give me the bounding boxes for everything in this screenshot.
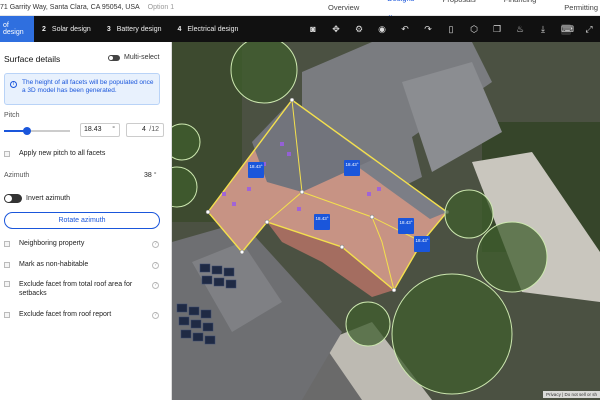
step-roof-design[interactable]: of design: [0, 16, 34, 42]
pitch-ratio-unit: /12: [149, 126, 159, 133]
step-electrical-design[interactable]: 4 Electrical design: [169, 16, 246, 42]
invert-azimuth-row[interactable]: Invert azimuth: [4, 194, 70, 203]
facet-pitch-label: 18.43°: [315, 216, 329, 221]
help-icon[interactable]: ?: [152, 282, 159, 289]
step-number: 3: [106, 25, 111, 33]
help-icon[interactable]: ?: [152, 262, 159, 269]
help-icon[interactable]: ?: [152, 312, 159, 319]
facet-pitch-label: 18.43°: [415, 238, 429, 243]
apply-pitch-checkbox-row[interactable]: Apply new pitch to all facets: [4, 150, 105, 157]
facet-pitch-tag[interactable]: 18.43°: [344, 160, 360, 176]
step-label: Battery design: [116, 25, 162, 33]
facet-pitch-tag[interactable]: 18.43°: [414, 236, 430, 252]
facet-pitch-label: 18.43°: [345, 162, 359, 167]
toolbar: ◙ ✥ ⚙ ◉ ↶ ↷ ▯ ⬡ ❐ ♨ ⤓ ⌨ ⤢: [308, 16, 594, 42]
delete-icon[interactable]: ▯: [446, 24, 456, 35]
pitch-value: 18.43: [84, 126, 102, 133]
invert-azimuth-label: Invert azimuth: [26, 195, 70, 202]
info-icon: i: [10, 81, 17, 88]
slider-knob[interactable]: [23, 127, 32, 135]
azimuth-unit: °: [153, 172, 157, 179]
invert-azimuth-toggle[interactable]: [4, 194, 22, 203]
multi-select-label: Multi-select: [124, 54, 160, 61]
panel-title: Surface details: [4, 54, 61, 64]
step-number: 4: [177, 25, 182, 33]
main-nav: Overview Designs ⌄ Proposals ⌄ Financing…: [314, 0, 600, 25]
neighboring-property-row[interactable]: Neighboring property: [4, 240, 84, 247]
azimuth-value: 38: [144, 172, 152, 179]
expand-icon[interactable]: ⤢: [584, 24, 594, 35]
non-habitable-row[interactable]: Mark as non-habitable: [4, 261, 88, 268]
surface-details-panel: Surface details Multi-select i The heigh…: [0, 42, 172, 400]
design-steps-bar: of design 2 Solar design 3 Battery design …: [0, 16, 600, 42]
redo-icon[interactable]: ↷: [423, 24, 433, 35]
facet-pitch-tag[interactable]: 18.43°: [314, 214, 330, 230]
map-canvas[interactable]: [172, 42, 600, 400]
keyboard-icon[interactable]: ⌨: [561, 23, 574, 35]
multi-select-toggle[interactable]: Multi-select: [108, 54, 159, 61]
settings-icon[interactable]: ⚙: [354, 24, 364, 35]
checkbox[interactable]: [4, 150, 10, 157]
checkbox[interactable]: [4, 240, 10, 247]
exclude-setbacks-row[interactable]: Exclude facet from total roof area for s…: [4, 280, 144, 298]
pitch-label: Pitch: [4, 112, 20, 119]
pitch-ratio-value: 4: [142, 126, 146, 133]
pitch-ratio-input[interactable]: 4/12: [126, 123, 164, 137]
top-bar: 71 Garrity Way, Santa Clara, CA 95054, U…: [0, 0, 600, 25]
step-label: of design: [3, 22, 24, 36]
help-icon[interactable]: ?: [152, 241, 159, 248]
pitch-degrees-input[interactable]: 18.43 °: [80, 123, 120, 137]
step-label: Solar design: [51, 25, 91, 33]
azimuth-label: Azimuth: [4, 172, 30, 179]
option-label[interactable]: Option 1: [148, 4, 174, 11]
nav-overview[interactable]: Overview: [314, 0, 373, 16]
azimuth-input[interactable]: 38 °: [144, 172, 157, 179]
checkbox[interactable]: [4, 261, 10, 268]
step-number: 2: [42, 25, 46, 33]
eye-icon[interactable]: ◉: [377, 24, 387, 35]
aerial-map[interactable]: 18.43° 18.43° 18.43° 18.43° 18.43° Priva…: [172, 42, 600, 400]
option-label: Neighboring property: [19, 240, 85, 247]
option-label: Exclude facet from total roof area for s…: [19, 281, 133, 297]
download-icon[interactable]: ⤓: [538, 24, 548, 35]
copy-icon[interactable]: ❐: [492, 24, 502, 35]
undo-icon[interactable]: ↶: [400, 24, 410, 35]
info-text: The height of all facets will be populat…: [22, 79, 154, 94]
info-banner: i The height of all facets will be popul…: [4, 73, 160, 105]
camera-icon[interactable]: ◙: [308, 24, 318, 34]
pitch-unit: °: [112, 126, 115, 133]
facet-pitch-tag[interactable]: 18.43°: [398, 218, 414, 234]
move-icon[interactable]: ✥: [331, 24, 341, 35]
project-address: 71 Garrity Way, Santa Clara, CA 95054, U…: [0, 4, 140, 11]
option-label: Exclude facet from roof report: [19, 311, 112, 318]
privacy-link[interactable]: Privacy | Do not sell or sh: [543, 391, 600, 398]
facet-pitch-tag[interactable]: 18.43°: [248, 162, 264, 178]
facet-pitch-label: 18.43°: [249, 164, 263, 169]
step-battery-design[interactable]: 3 Battery design: [99, 16, 170, 42]
pitch-slider[interactable]: [4, 127, 70, 135]
apply-pitch-label: Apply new pitch to all facets: [19, 150, 106, 157]
option-label: Mark as non-habitable: [19, 261, 89, 268]
toggle-switch-icon: [108, 54, 120, 61]
cube-icon[interactable]: ⬡: [469, 24, 479, 35]
rotate-azimuth-button[interactable]: Rotate azimuth: [4, 212, 160, 229]
nav-permitting[interactable]: Permitting: [550, 0, 600, 16]
facet-pitch-label: 18.43°: [399, 220, 413, 225]
checkbox[interactable]: [4, 281, 10, 287]
brush-icon[interactable]: ♨: [515, 24, 525, 35]
step-solar-design[interactable]: 2 Solar design: [34, 16, 99, 42]
checkbox[interactable]: [4, 311, 10, 318]
step-label: Electrical design: [187, 25, 239, 33]
exclude-report-row[interactable]: Exclude facet from roof report: [4, 311, 111, 318]
